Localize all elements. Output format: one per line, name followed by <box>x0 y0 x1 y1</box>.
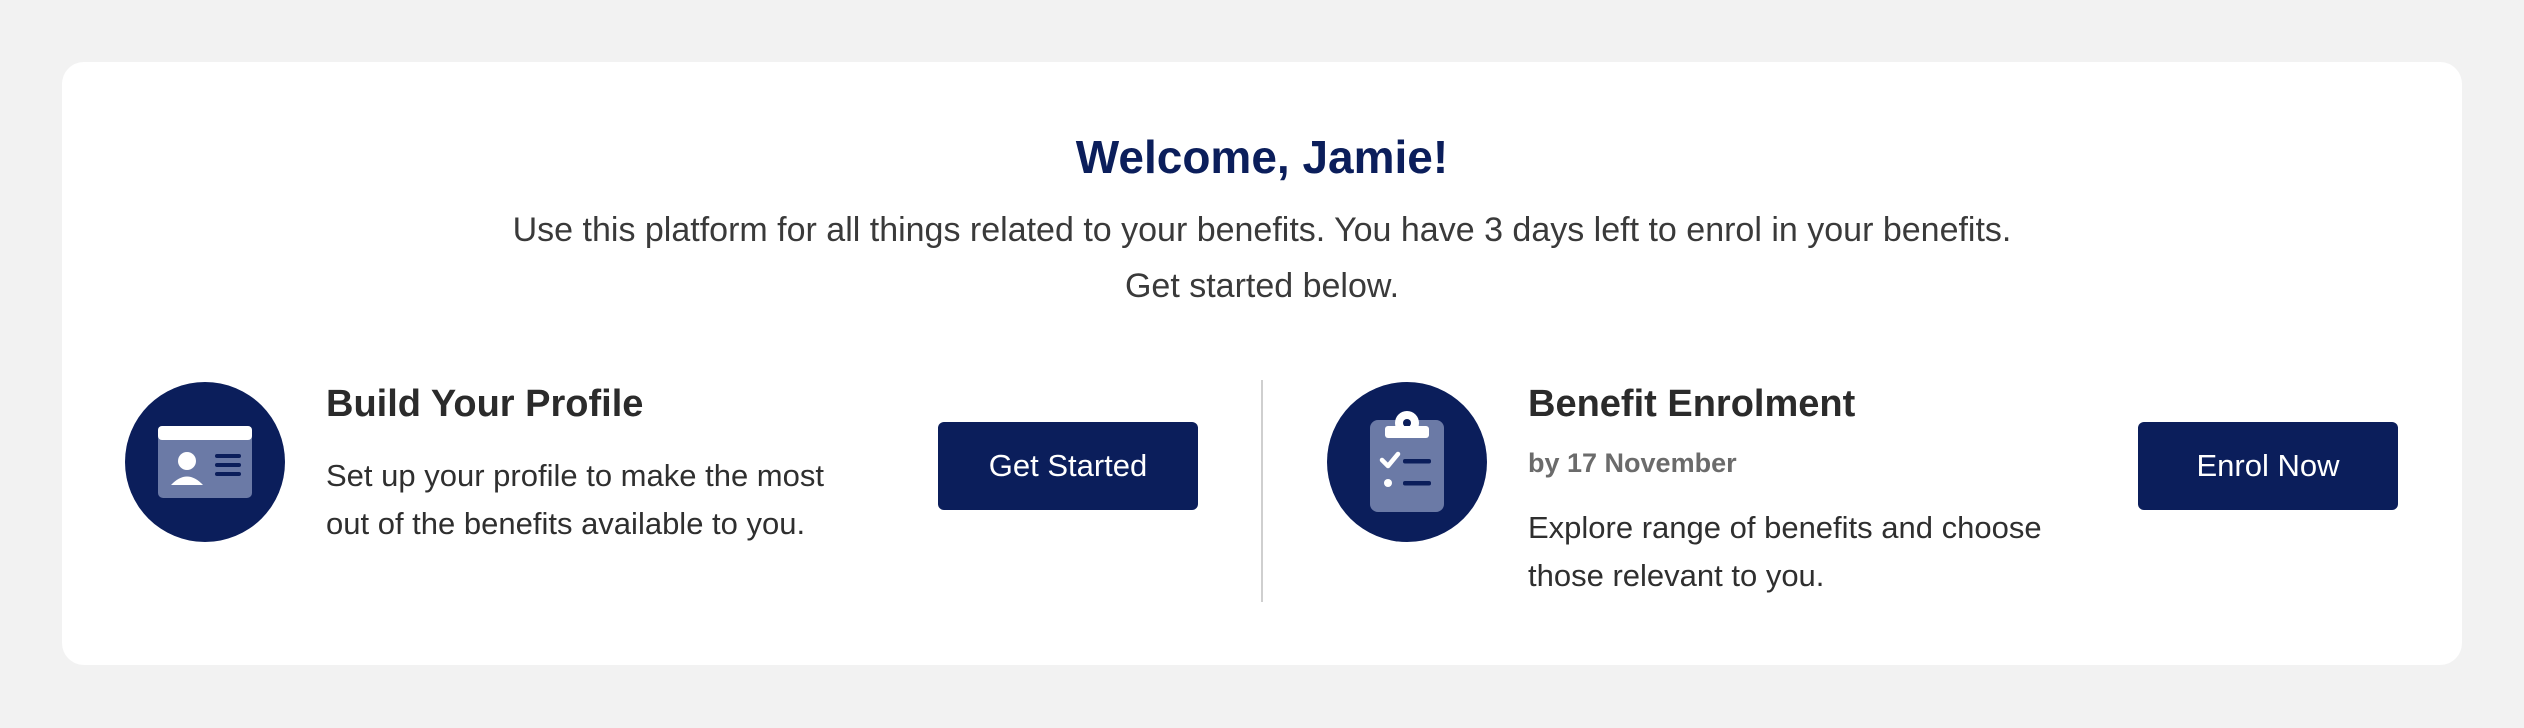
welcome-subtitle-line-2: Get started below. <box>1124 267 1400 305</box>
enrolment-description: Explore range of benefits and choose tho… <box>1528 504 2088 600</box>
welcome-subtitle-line-1: Use this platform for all things related… <box>512 211 2012 249</box>
profile-description: Set up your profile to make the most out… <box>326 452 886 548</box>
enrolment-description-line-2: those relevant to you. <box>1528 558 1825 593</box>
profile-description-line-1: Set up your profile to make the most <box>326 458 824 493</box>
enrolment-title: Benefit Enrolment <box>1528 383 1856 425</box>
enrolment-description-line-1: Explore range of benefits and choose <box>1528 510 2042 545</box>
profile-description-line-2: out of the benefits available to you. <box>326 506 806 541</box>
profile-title: Build Your Profile <box>326 383 644 425</box>
enrolment-deadline: by 17 November <box>1528 448 1737 478</box>
welcome-title: Welcome, Jamie! <box>1075 131 1449 183</box>
welcome-subtitle: Use this platform for all things related… <box>362 202 2162 314</box>
enrol-now-button[interactable]: Enrol Now <box>2138 422 2398 510</box>
clipboard-checklist-icon <box>1327 382 1487 542</box>
welcome-card: Welcome, Jamie! Use this platform for al… <box>62 62 2462 665</box>
id-card-icon <box>125 382 285 542</box>
get-started-button[interactable]: Get Started <box>938 422 1198 510</box>
section-divider <box>1261 380 1263 602</box>
